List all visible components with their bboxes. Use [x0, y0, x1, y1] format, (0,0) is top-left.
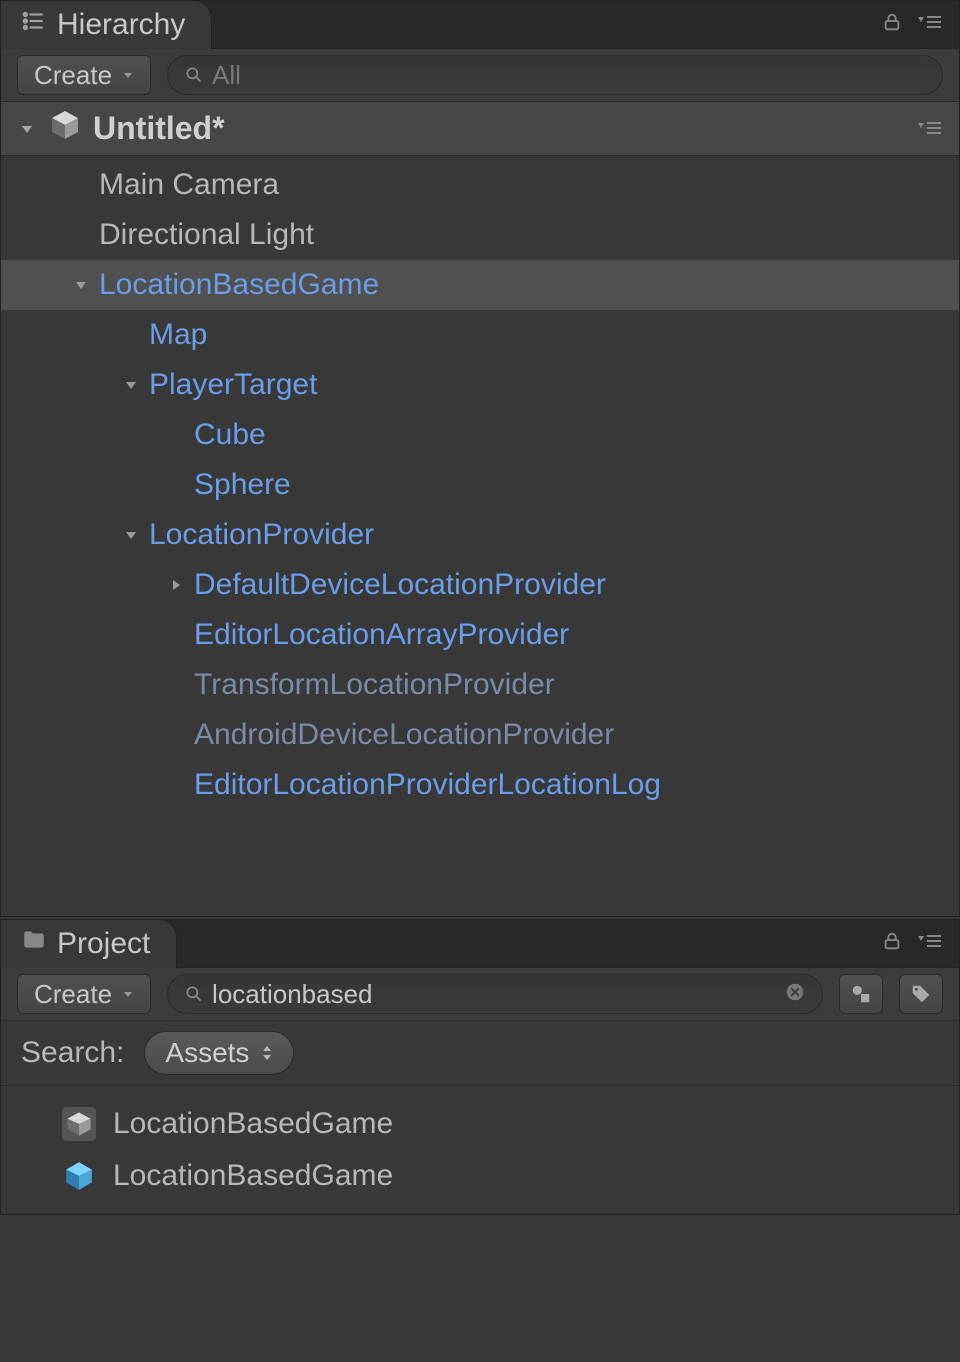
hierarchy-item[interactable]: EditorLocationProviderLocationLog [1, 760, 959, 810]
dropdown-icon [122, 69, 134, 81]
hierarchy-tree: Main Camera Directional Light LocationBase… [1, 156, 959, 916]
hierarchy-tab-row: Hierarchy [1, 1, 959, 49]
scene-title: Untitled* [93, 110, 225, 147]
project-results: LocationBasedGame LocationBasedGame [1, 1086, 959, 1214]
hierarchy-item[interactable]: EditorLocationArrayProvider [1, 610, 959, 660]
project-asset-row[interactable]: LocationBasedGame [1, 1098, 959, 1150]
hierarchy-item-label: LocationProvider [149, 518, 374, 552]
hierarchy-item-label: DefaultDeviceLocationProvider [194, 568, 606, 602]
project-create-button[interactable]: Create [17, 974, 151, 1014]
search-icon [184, 65, 204, 85]
foldout-icon[interactable] [71, 275, 91, 295]
folder-icon [21, 927, 47, 961]
search-label: Search: [21, 1036, 124, 1070]
project-asset-label: LocationBasedGame [113, 1159, 393, 1193]
sort-icon [261, 1044, 273, 1062]
create-button-label: Create [34, 60, 112, 91]
search-icon [184, 984, 204, 1004]
hierarchy-item-label: Map [149, 318, 207, 352]
hierarchy-item-label: LocationBasedGame [99, 268, 379, 302]
hierarchy-item[interactable]: Sphere [1, 460, 959, 510]
hierarchy-item[interactable]: Main Camera [1, 160, 959, 210]
filter-by-type-button[interactable] [839, 974, 883, 1014]
hierarchy-toolbar: Create [1, 49, 959, 102]
project-tab-row: Project [1, 920, 959, 968]
hierarchy-search-input[interactable] [212, 60, 926, 91]
project-search-scope: Search: Assets [1, 1021, 959, 1086]
hierarchy-item[interactable]: PlayerTarget [1, 360, 959, 410]
hierarchy-item-label: EditorLocationProviderLocationLog [194, 768, 661, 802]
foldout-icon[interactable] [121, 525, 141, 545]
project-tab[interactable]: Project [1, 920, 177, 968]
panel-menu-icon[interactable] [915, 11, 943, 38]
hierarchy-tab-label: Hierarchy [57, 8, 185, 42]
hierarchy-item[interactable]: Cube [1, 410, 959, 460]
scene-header[interactable]: Untitled* [1, 102, 959, 156]
hierarchy-tab[interactable]: Hierarchy [1, 1, 212, 49]
create-button[interactable]: Create [17, 55, 151, 95]
hierarchy-item[interactable]: Directional Light [1, 210, 959, 260]
hierarchy-item[interactable]: Map [1, 310, 959, 360]
lock-icon[interactable] [881, 930, 903, 957]
hierarchy-item[interactable]: AndroidDeviceLocationProvider [1, 710, 959, 760]
project-panel: Project Create [0, 919, 960, 1215]
hierarchy-panel: Hierarchy Create [0, 0, 960, 917]
project-search-input[interactable] [212, 979, 776, 1010]
foldout-icon[interactable] [121, 375, 141, 395]
scene-menu-icon[interactable] [915, 110, 943, 147]
hierarchy-item-label: TransformLocationProvider [194, 668, 555, 702]
filter-by-label-button[interactable] [899, 974, 943, 1014]
hierarchy-item[interactable]: DefaultDeviceLocationProvider [1, 560, 959, 610]
project-create-label: Create [34, 979, 112, 1010]
search-scope-pill[interactable]: Assets [144, 1031, 294, 1075]
scene-foldout-icon[interactable] [17, 119, 37, 139]
lock-icon[interactable] [881, 11, 903, 38]
prefab-icon [61, 1158, 97, 1194]
search-scope-label: Assets [165, 1037, 249, 1069]
hierarchy-search[interactable] [167, 55, 943, 95]
hierarchy-item-label: AndroidDeviceLocationProvider [194, 718, 614, 752]
clear-search-icon[interactable] [784, 979, 806, 1010]
project-tab-label: Project [57, 927, 150, 961]
hierarchy-item-label: PlayerTarget [149, 368, 317, 402]
project-asset-label: LocationBasedGame [113, 1107, 393, 1141]
hierarchy-item-label: EditorLocationArrayProvider [194, 618, 569, 652]
hierarchy-item[interactable]: TransformLocationProvider [1, 660, 959, 710]
foldout-icon[interactable] [166, 575, 186, 595]
hierarchy-icon [21, 8, 47, 42]
hierarchy-item-label: Cube [194, 418, 266, 452]
unity-scene-icon [61, 1106, 97, 1142]
hierarchy-item-label: Sphere [194, 468, 291, 502]
unity-logo-icon [49, 109, 81, 149]
hierarchy-item[interactable]: LocationBasedGame [1, 260, 959, 310]
hierarchy-item-label: Directional Light [99, 218, 314, 252]
project-search[interactable] [167, 974, 823, 1014]
project-asset-row[interactable]: LocationBasedGame [1, 1150, 959, 1202]
dropdown-icon [122, 988, 134, 1000]
project-toolbar: Create [1, 968, 959, 1021]
hierarchy-item-label: Main Camera [99, 168, 279, 202]
hierarchy-item[interactable]: LocationProvider [1, 510, 959, 560]
panel-menu-icon[interactable] [915, 930, 943, 957]
